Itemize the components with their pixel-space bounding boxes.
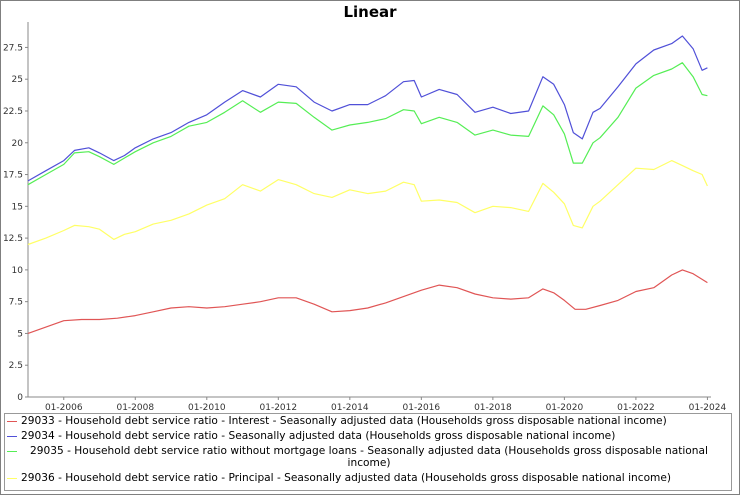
x-tick-label: 01-2012 — [260, 403, 298, 410]
series-line-4 — [27, 160, 708, 246]
y-tick-label: 17.5 — [3, 171, 23, 181]
y-tick-label: 7.5 — [9, 298, 23, 308]
x-tick-label: 01-2016 — [403, 403, 441, 410]
series-line-2 — [27, 35, 708, 182]
y-tick-label: 27.5 — [3, 43, 23, 53]
legend-swatch-29036 — [7, 478, 17, 479]
legend-label-29034: 29034 - Household debt service ratio - S… — [21, 430, 616, 442]
x-tick-label: 01-2022 — [617, 403, 655, 410]
chart-legend: 29033 - Household debt service ratio - I… — [4, 413, 732, 491]
series-line-3 — [27, 62, 708, 186]
y-tick-label: 25 — [12, 75, 23, 85]
axes: 0 2.5 5 7.5 10 12.5 15 17.5 20 22.5 25 27.5 01-2006 0… — [3, 22, 727, 410]
y-tick-label: 0 — [17, 393, 23, 403]
x-tick-label: 01-2014 — [331, 403, 369, 410]
legend-item-29034: 29034 - Household debt service ratio - S… — [7, 430, 731, 442]
legend-label-29035: 29035 - Household debt service ratio wit… — [30, 445, 708, 469]
x-tick-label: 01-2020 — [546, 403, 584, 410]
x-tick-label: 01-2018 — [474, 403, 512, 410]
x-tick-label: 01-2024 — [689, 403, 727, 410]
y-tick-label: 15 — [12, 202, 23, 212]
legend-label-29033: 29033 - Household debt service ratio - I… — [21, 415, 667, 427]
x-tick-label: 01-2010 — [188, 403, 226, 410]
y-tick-label: 12.5 — [3, 234, 23, 244]
x-tick-label: 01-2006 — [45, 403, 83, 410]
series-layer — [27, 35, 708, 334]
y-tick-label: 22.5 — [3, 107, 23, 117]
legend-item-29033: 29033 - Household debt service ratio - I… — [7, 415, 731, 427]
legend-swatch-29034 — [7, 436, 17, 437]
x-tick-label: 01-2008 — [116, 403, 154, 410]
chart-plot: 0 2.5 5 7.5 10 12.5 15 17.5 20 22.5 25 27.5 01-2006 0… — [3, 22, 727, 410]
y-tick-label: 20 — [12, 139, 24, 149]
y-tick-label: 5 — [17, 329, 23, 339]
legend-item-29036: 29036 - Household debt service ratio - P… — [7, 472, 731, 484]
legend-label-29036: 29036 - Household debt service ratio - P… — [21, 472, 672, 484]
y-tick-label: 2.5 — [9, 361, 23, 371]
series-line-1 — [27, 269, 708, 334]
legend-swatch-29033 — [7, 421, 17, 422]
legend-item-29035: 29035 - Household debt service ratio wit… — [7, 445, 731, 469]
y-tick-label: 10 — [12, 266, 24, 276]
